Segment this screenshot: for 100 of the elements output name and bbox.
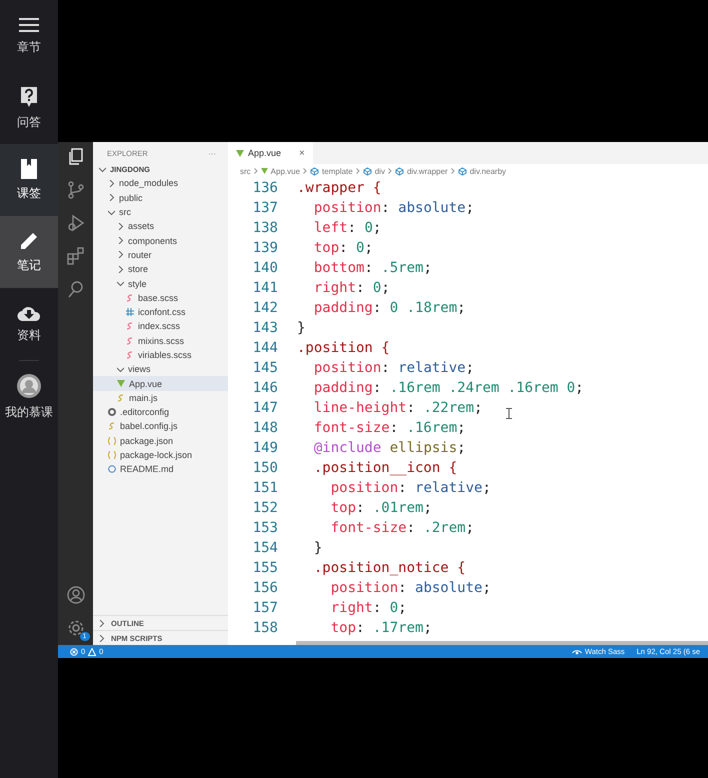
line-number: 147 — [252, 400, 279, 416]
line-number: 138 — [252, 220, 279, 236]
line-number: 158 — [252, 620, 279, 636]
tree-item[interactable]: .editorconfig — [93, 405, 228, 420]
code-line: font-size: .16rem; — [312, 420, 466, 436]
line-number: 143 — [252, 320, 279, 336]
line-number: 149 — [252, 440, 279, 456]
code-line: font-size: .2rem; — [330, 520, 474, 536]
line-number: 137 — [252, 200, 279, 216]
line-number: 156 — [252, 580, 279, 596]
tree-item[interactable]: assets — [93, 219, 228, 234]
chevron-right-icon — [254, 168, 258, 174]
tree-item[interactable]: iconfont.css — [93, 304, 228, 320]
line-number: 146 — [252, 380, 279, 396]
code-line: top: .17rem; — [330, 620, 432, 636]
sidebar-item[interactable]: 笔记 — [0, 216, 58, 288]
run-icon[interactable] — [66, 214, 84, 232]
hash-icon — [126, 308, 134, 316]
sidebar-item[interactable]: 我的慕课 — [0, 361, 58, 433]
line-number: 157 — [252, 600, 279, 616]
tree-item[interactable]: mixins.scss — [93, 334, 228, 348]
code-line: .wrapper { — [297, 180, 382, 196]
breadcrumb-item[interactable]: template — [310, 166, 353, 176]
tree-item[interactable]: package.json — [93, 434, 228, 448]
tree-item[interactable]: viriables.scss — [93, 348, 228, 362]
close-tab-button[interactable]: × — [299, 148, 305, 158]
code-line: top: .01rem; — [330, 500, 432, 516]
tree-item[interactable]: base.scss — [93, 290, 228, 305]
tree-item[interactable]: package-lock.json — [93, 448, 228, 462]
line-number: 141 — [252, 280, 279, 296]
editor-tab[interactable]: App.vue × — [228, 142, 313, 164]
tree-item[interactable]: public — [93, 190, 228, 205]
sidebar-item[interactable]: 章节 — [0, 0, 58, 72]
question-icon — [20, 86, 38, 108]
settings-icon[interactable] — [66, 619, 84, 637]
chevron-right-icon — [356, 168, 360, 174]
vue-icon — [117, 380, 125, 388]
file-icon — [108, 422, 116, 430]
code-line: position: absolute; — [312, 200, 474, 216]
tree-item[interactable]: router — [93, 248, 228, 262]
code-line: } — [297, 320, 306, 336]
eye-icon — [572, 648, 582, 654]
vue-file-icon — [236, 150, 244, 156]
code-line: padding: 0 .18rem; — [312, 300, 466, 316]
tree-item[interactable]: src — [93, 204, 228, 220]
breadcrumb-item[interactable]: src — [240, 166, 251, 176]
cube-icon — [362, 166, 372, 176]
breadcrumb-item[interactable]: div — [362, 166, 385, 176]
search-icon[interactable] — [66, 280, 84, 298]
code-line: right: 0; — [312, 280, 390, 296]
code-line: left: 0; — [312, 220, 382, 236]
cloud-download-icon — [17, 304, 41, 320]
code-line: position: relative; — [330, 480, 491, 496]
breadcrumb-item[interactable]: App.vue — [260, 166, 300, 176]
cube-icon — [394, 166, 404, 176]
extensions-icon[interactable] — [66, 247, 84, 265]
tree-item[interactable]: README.md — [93, 462, 228, 477]
line-number: 145 — [252, 360, 279, 376]
sidebar-item[interactable]: 课签 — [0, 144, 58, 216]
code-line: .position__icon { — [312, 460, 458, 476]
account-icon[interactable] — [66, 586, 84, 604]
tree-item[interactable]: views — [93, 362, 228, 376]
tree-item[interactable]: App.vue — [93, 376, 228, 391]
tree-item[interactable]: index.scss — [93, 319, 228, 334]
chevron-right-icon — [303, 168, 308, 174]
pencil-icon — [19, 230, 39, 250]
error-icon — [70, 648, 78, 656]
file-icon — [126, 294, 134, 302]
breadcrumb-item[interactable]: div.wrapper — [394, 166, 448, 176]
cube-icon — [458, 166, 467, 176]
chevron-down-icon — [117, 366, 124, 373]
line-number: 139 — [252, 240, 279, 256]
avatar-icon — [17, 374, 41, 398]
code-line: line-height: .22rem; — [312, 400, 482, 416]
files-icon[interactable] — [66, 148, 84, 166]
sidebar-item[interactable]: 问答 — [0, 72, 58, 144]
line-number: 150 — [252, 460, 279, 476]
code-line: .position_notice { — [312, 560, 466, 576]
tree-item[interactable]: store — [93, 262, 228, 276]
line-number: 154 — [252, 540, 279, 556]
source-control-icon[interactable] — [66, 181, 84, 199]
tree-item[interactable]: node_modules — [93, 176, 228, 191]
code-line: } — [312, 540, 322, 556]
scrollbar[interactable] — [296, 641, 708, 645]
line-number: 142 — [252, 300, 279, 316]
code-line: @include ellipsis; — [312, 440, 466, 456]
chevron-down-icon — [108, 208, 115, 216]
tree-item[interactable]: components — [93, 233, 228, 248]
vue-file-icon — [260, 168, 268, 174]
tree-item[interactable]: style — [93, 276, 228, 291]
breadcrumb-item[interactable]: div.nearby — [458, 166, 506, 176]
tree-item[interactable]: babel.config.js — [93, 419, 228, 434]
sidebar-item[interactable]: 资料 — [0, 288, 58, 360]
tree-item[interactable]: main.js — [93, 390, 228, 406]
line-number: 152 — [252, 500, 279, 516]
chevron-right-icon — [388, 168, 392, 174]
file-icon — [117, 394, 125, 402]
menu-icon — [19, 16, 39, 32]
warning-icon — [88, 648, 96, 656]
code-line: position: absolute; — [330, 580, 491, 596]
